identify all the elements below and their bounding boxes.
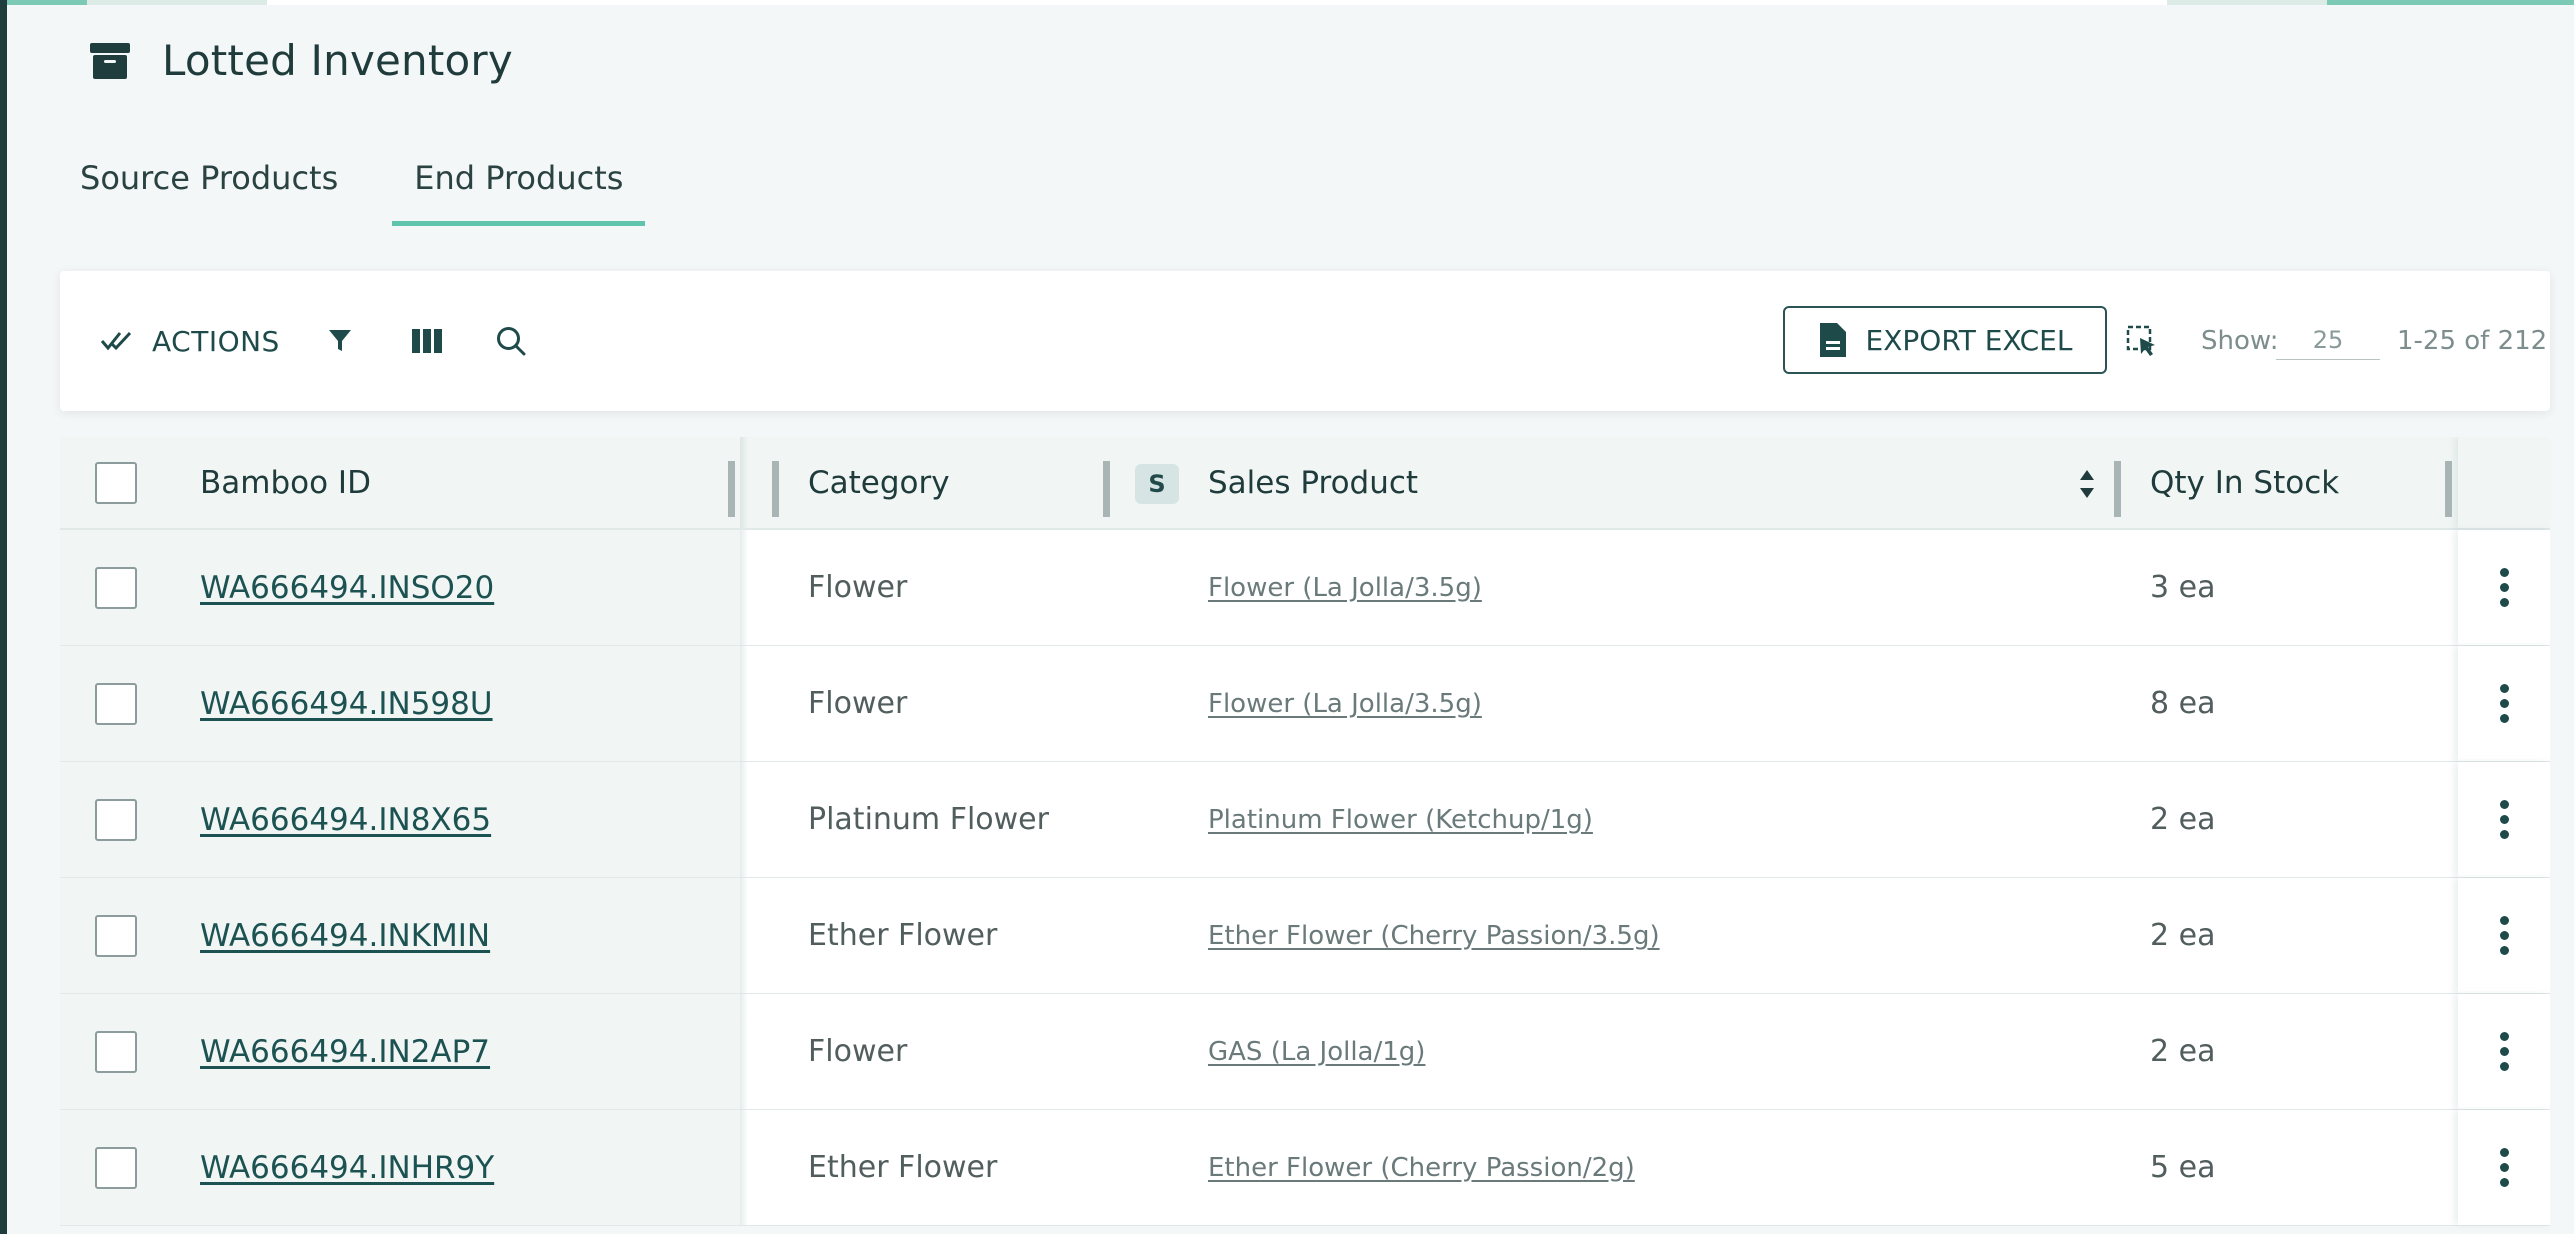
row-checkbox[interactable] [95, 683, 137, 725]
bamboo-id-link[interactable]: WA666494.IN598U [200, 686, 493, 722]
row-checkbox[interactable] [95, 567, 137, 609]
category-cell: Ether Flower [808, 918, 998, 953]
export-excel-button[interactable]: EXPORT EXCEL [1783, 306, 2107, 374]
header-qty-in-stock[interactable]: Qty In Stock [2150, 437, 2339, 528]
table-row: WA666494.IN598U Flower Flower (La Jolla/… [60, 646, 2550, 762]
header-category[interactable]: Category [808, 437, 950, 528]
sales-product-link[interactable]: Ether Flower (Cherry Passion/2g) [1208, 1153, 1635, 1183]
table-row: WA666494.INKMIN Ether Flower Ether Flowe… [60, 878, 2550, 994]
filter-icon [329, 330, 351, 351]
page-title: Lotted Inventory [162, 36, 513, 85]
qty-cell: 5 ea [2150, 1150, 2216, 1185]
bamboo-id-cell: WA666494.INSO20 [200, 530, 494, 645]
toolbar: ACTIONS EXPORT EXCEL Show: 1 [60, 271, 2550, 411]
kebab-menu-icon[interactable] [2492, 530, 2516, 645]
columns-icon [412, 329, 442, 353]
bamboo-id-cell: WA666494.IN2AP7 [200, 994, 490, 1109]
tab-bar: Source Products End Products [58, 150, 646, 226]
qty-cell: 2 ea [2150, 802, 2216, 837]
category-cell: Flower [808, 1034, 908, 1069]
qty-cell: 2 ea [2150, 918, 2216, 953]
actions-button[interactable]: ACTIONS [100, 271, 280, 411]
table-row: WA666494.INHR9Y Ether Flower Ether Flowe… [60, 1110, 2550, 1226]
table-header-row: Bamboo ID Category S Sales Product Qty I… [60, 437, 2550, 530]
select-all-checkbox[interactable] [95, 462, 137, 504]
row-checkbox[interactable] [95, 1031, 137, 1073]
page-size-input[interactable] [2276, 321, 2380, 360]
sales-product-cell: GAS (La Jolla/1g) [1208, 994, 1425, 1109]
sales-dollar-icon: S [1135, 464, 1179, 504]
column-resizer[interactable] [1103, 461, 1110, 517]
header-sales-product[interactable]: Sales Product [1208, 437, 1418, 528]
column-resizer[interactable] [2114, 461, 2121, 517]
bamboo-id-link[interactable]: WA666494.INSO20 [200, 570, 494, 606]
inventory-table: Bamboo ID Category S Sales Product Qty I… [60, 437, 2550, 1234]
sales-product-link[interactable]: GAS (La Jolla/1g) [1208, 1037, 1425, 1067]
header-bamboo-id[interactable]: Bamboo ID [200, 437, 371, 528]
sales-product-cell: Flower (La Jolla/3.5g) [1208, 530, 1482, 645]
sales-icon-glyph: S [1148, 470, 1166, 498]
sales-product-link[interactable]: Flower (La Jolla/3.5g) [1208, 689, 1482, 719]
sales-product-link[interactable]: Ether Flower (Cherry Passion/3.5g) [1208, 921, 1660, 951]
category-cell: Flower [808, 686, 908, 721]
tab-end-products[interactable]: End Products [392, 150, 646, 226]
sort-icon[interactable] [2078, 467, 2096, 501]
column-resizer[interactable] [772, 461, 779, 517]
double-check-icon [100, 331, 132, 351]
sales-product-cell: Platinum Flower (Ketchup/1g) [1208, 762, 1593, 877]
sales-product-link[interactable]: Flower (La Jolla/3.5g) [1208, 573, 1482, 603]
row-checkbox[interactable] [95, 799, 137, 841]
search-icon [497, 327, 526, 356]
kebab-menu-icon[interactable] [2492, 762, 2516, 877]
bamboo-id-cell: WA666494.IN598U [200, 646, 493, 761]
sales-product-cell: Ether Flower (Cherry Passion/2g) [1208, 1110, 1635, 1225]
row-checkbox[interactable] [95, 1147, 137, 1189]
actions-label: ACTIONS [152, 324, 280, 358]
filter-button[interactable] [328, 271, 352, 411]
kebab-menu-icon[interactable] [2492, 878, 2516, 993]
columns-button[interactable] [411, 271, 443, 411]
bamboo-id-cell: WA666494.INKMIN [200, 878, 490, 993]
bamboo-id-link[interactable]: WA666494.IN8X65 [200, 802, 491, 838]
kebab-menu-icon[interactable] [2492, 1110, 2516, 1225]
sales-product-cell: Ether Flower (Cherry Passion/3.5g) [1208, 878, 1660, 993]
tab-source-products[interactable]: Source Products [58, 150, 360, 226]
table-row: WA666494.IN8X65 Platinum Flower Platinum… [60, 762, 2550, 878]
bamboo-id-cell: WA666494.INHR9Y [200, 1110, 494, 1225]
kebab-menu-icon[interactable] [2492, 646, 2516, 761]
table-row: WA666494.IN2AP7 Flower GAS (La Jolla/1g)… [60, 994, 2550, 1110]
archive-box-icon [90, 42, 130, 79]
search-button[interactable] [496, 271, 526, 411]
table-row: WA666494.INSO20 Flower Flower (La Jolla/… [60, 530, 2550, 646]
selection-cursor-icon [2126, 325, 2155, 356]
bamboo-id-cell: WA666494.IN8X65 [200, 762, 491, 877]
kebab-menu-icon[interactable] [2492, 994, 2516, 1109]
show-label: Show: [2201, 326, 2279, 356]
bamboo-id-link[interactable]: WA666494.INHR9Y [200, 1150, 494, 1186]
qty-cell: 2 ea [2150, 1034, 2216, 1069]
pagination-range: 1-25 of 212 [2397, 326, 2548, 356]
sales-product-link[interactable]: Platinum Flower (Ketchup/1g) [1208, 805, 1593, 835]
column-resizer[interactable] [2445, 461, 2452, 517]
select-mode-button[interactable] [2126, 271, 2158, 411]
export-excel-label: EXPORT EXCEL [1865, 323, 2073, 357]
document-icon [1819, 323, 1846, 357]
bamboo-id-link[interactable]: WA666494.INKMIN [200, 918, 490, 954]
top-progress-bar [7, 0, 2574, 5]
page-header: Lotted Inventory [88, 36, 513, 85]
sales-product-cell: Flower (La Jolla/3.5g) [1208, 646, 1482, 761]
category-cell: Flower [808, 570, 908, 605]
category-cell: Ether Flower [808, 1150, 998, 1185]
category-cell: Platinum Flower [808, 802, 1049, 837]
qty-cell: 3 ea [2150, 570, 2216, 605]
column-resizer[interactable] [728, 461, 735, 517]
qty-cell: 8 ea [2150, 686, 2216, 721]
row-checkbox[interactable] [95, 915, 137, 957]
bamboo-id-link[interactable]: WA666494.IN2AP7 [200, 1034, 490, 1070]
left-rail [0, 0, 7, 1234]
